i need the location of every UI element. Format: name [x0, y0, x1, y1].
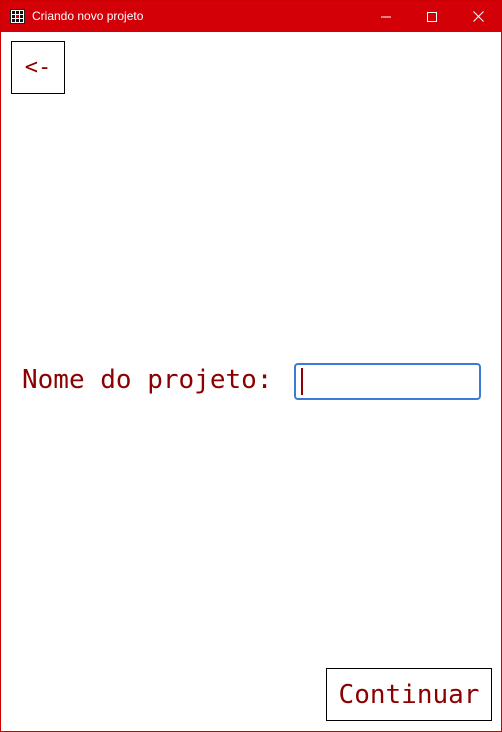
window-title: Criando novo projeto	[32, 9, 144, 23]
maximize-button[interactable]	[409, 1, 455, 32]
app-grid-icon	[10, 9, 25, 24]
minimize-icon	[381, 16, 391, 17]
main-content: <- Nome do projeto: Continuar	[1, 32, 501, 732]
text-caret	[301, 368, 303, 395]
app-window: Criando novo projeto <- Nome do projeto:…	[0, 0, 502, 732]
close-icon	[472, 11, 484, 22]
project-name-input[interactable]	[294, 363, 481, 400]
back-button[interactable]: <-	[11, 41, 65, 94]
continue-button[interactable]: Continuar	[326, 668, 492, 721]
project-name-label: Nome do projeto:	[22, 365, 273, 395]
maximize-icon	[427, 11, 437, 22]
close-button[interactable]	[455, 1, 501, 32]
title-bar[interactable]: Criando novo projeto	[1, 1, 501, 32]
minimize-button[interactable]	[363, 1, 409, 32]
